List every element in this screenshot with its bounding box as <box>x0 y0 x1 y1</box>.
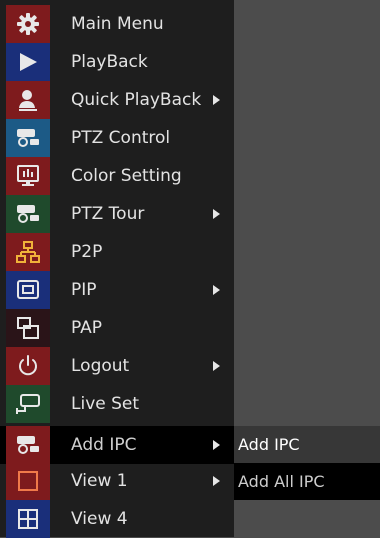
menu-item-label: P2P <box>71 242 103 262</box>
submenu-arrow-icon <box>213 440 220 450</box>
menu-item-label: PTZ Control <box>71 128 171 148</box>
menu-item-pip[interactable]: PIP <box>0 271 234 309</box>
menu-item-ptz-control[interactable]: PTZ Control <box>0 119 234 157</box>
single-view-icon <box>6 462 50 500</box>
network-icon <box>6 233 50 271</box>
menu-item-label: PlayBack <box>71 52 148 72</box>
ptz-camera-icon <box>6 195 50 233</box>
context-menu: Main Menu PlayBack Quick PlayBack PTZ Co… <box>0 0 234 538</box>
menu-item-view-1[interactable]: View 1 <box>0 462 234 500</box>
menu-item-label: View 4 <box>71 509 128 529</box>
menu-item-pap[interactable]: PAP <box>0 309 234 347</box>
menu-item-view-4[interactable]: View 4 <box>0 500 234 538</box>
submenu-arrow-icon <box>213 285 220 295</box>
monitor-icon <box>6 157 50 195</box>
submenu-item-label: Add All IPC <box>238 472 325 491</box>
pip-icon <box>6 271 50 309</box>
menu-item-label: View 1 <box>71 471 128 491</box>
menu-item-label: Logout <box>71 356 130 376</box>
menu-item-live-set[interactable]: Live Set <box>0 385 234 423</box>
submenu-arrow-icon <box>213 95 220 105</box>
submenu-item-label: Add IPC <box>238 435 300 454</box>
menu-item-label: Quick PlayBack <box>71 90 202 110</box>
gear-icon <box>6 5 50 43</box>
pap-icon <box>6 309 50 347</box>
menu-item-main-menu[interactable]: Main Menu <box>0 5 234 43</box>
menu-item-quick-playback[interactable]: Quick PlayBack <box>0 81 234 119</box>
camera-icon <box>6 385 50 423</box>
ipc-camera-icon <box>6 426 50 464</box>
menu-item-label: Color Setting <box>71 166 182 186</box>
power-icon <box>6 347 50 385</box>
submenu-item-add-all-ipc[interactable]: Add All IPC <box>234 463 380 500</box>
quad-view-icon <box>6 500 50 538</box>
menu-item-label: PTZ Tour <box>71 204 145 224</box>
submenu-item-add-ipc[interactable]: Add IPC <box>234 426 380 463</box>
submenu-arrow-icon <box>213 361 220 371</box>
menu-item-add-ipc[interactable]: Add IPC <box>0 426 234 464</box>
menu-item-label: PAP <box>71 318 103 338</box>
play-icon <box>6 43 50 81</box>
menu-item-ptz-tour[interactable]: PTZ Tour <box>0 195 234 233</box>
submenu-arrow-icon <box>213 476 220 486</box>
menu-item-playback[interactable]: PlayBack <box>0 43 234 81</box>
submenu-arrow-icon <box>213 209 220 219</box>
user-icon <box>6 81 50 119</box>
add-ipc-submenu: Add IPC Add All IPC <box>234 426 380 500</box>
menu-item-label: Add IPC <box>71 435 137 455</box>
menu-item-logout[interactable]: Logout <box>0 347 234 385</box>
menu-item-p2p[interactable]: P2P <box>0 233 234 271</box>
menu-item-label: Main Menu <box>71 14 164 34</box>
ptz-camera-icon <box>6 119 50 157</box>
menu-item-color-setting[interactable]: Color Setting <box>0 157 234 195</box>
menu-item-label: PIP <box>71 280 97 300</box>
menu-item-label: Live Set <box>71 394 140 414</box>
